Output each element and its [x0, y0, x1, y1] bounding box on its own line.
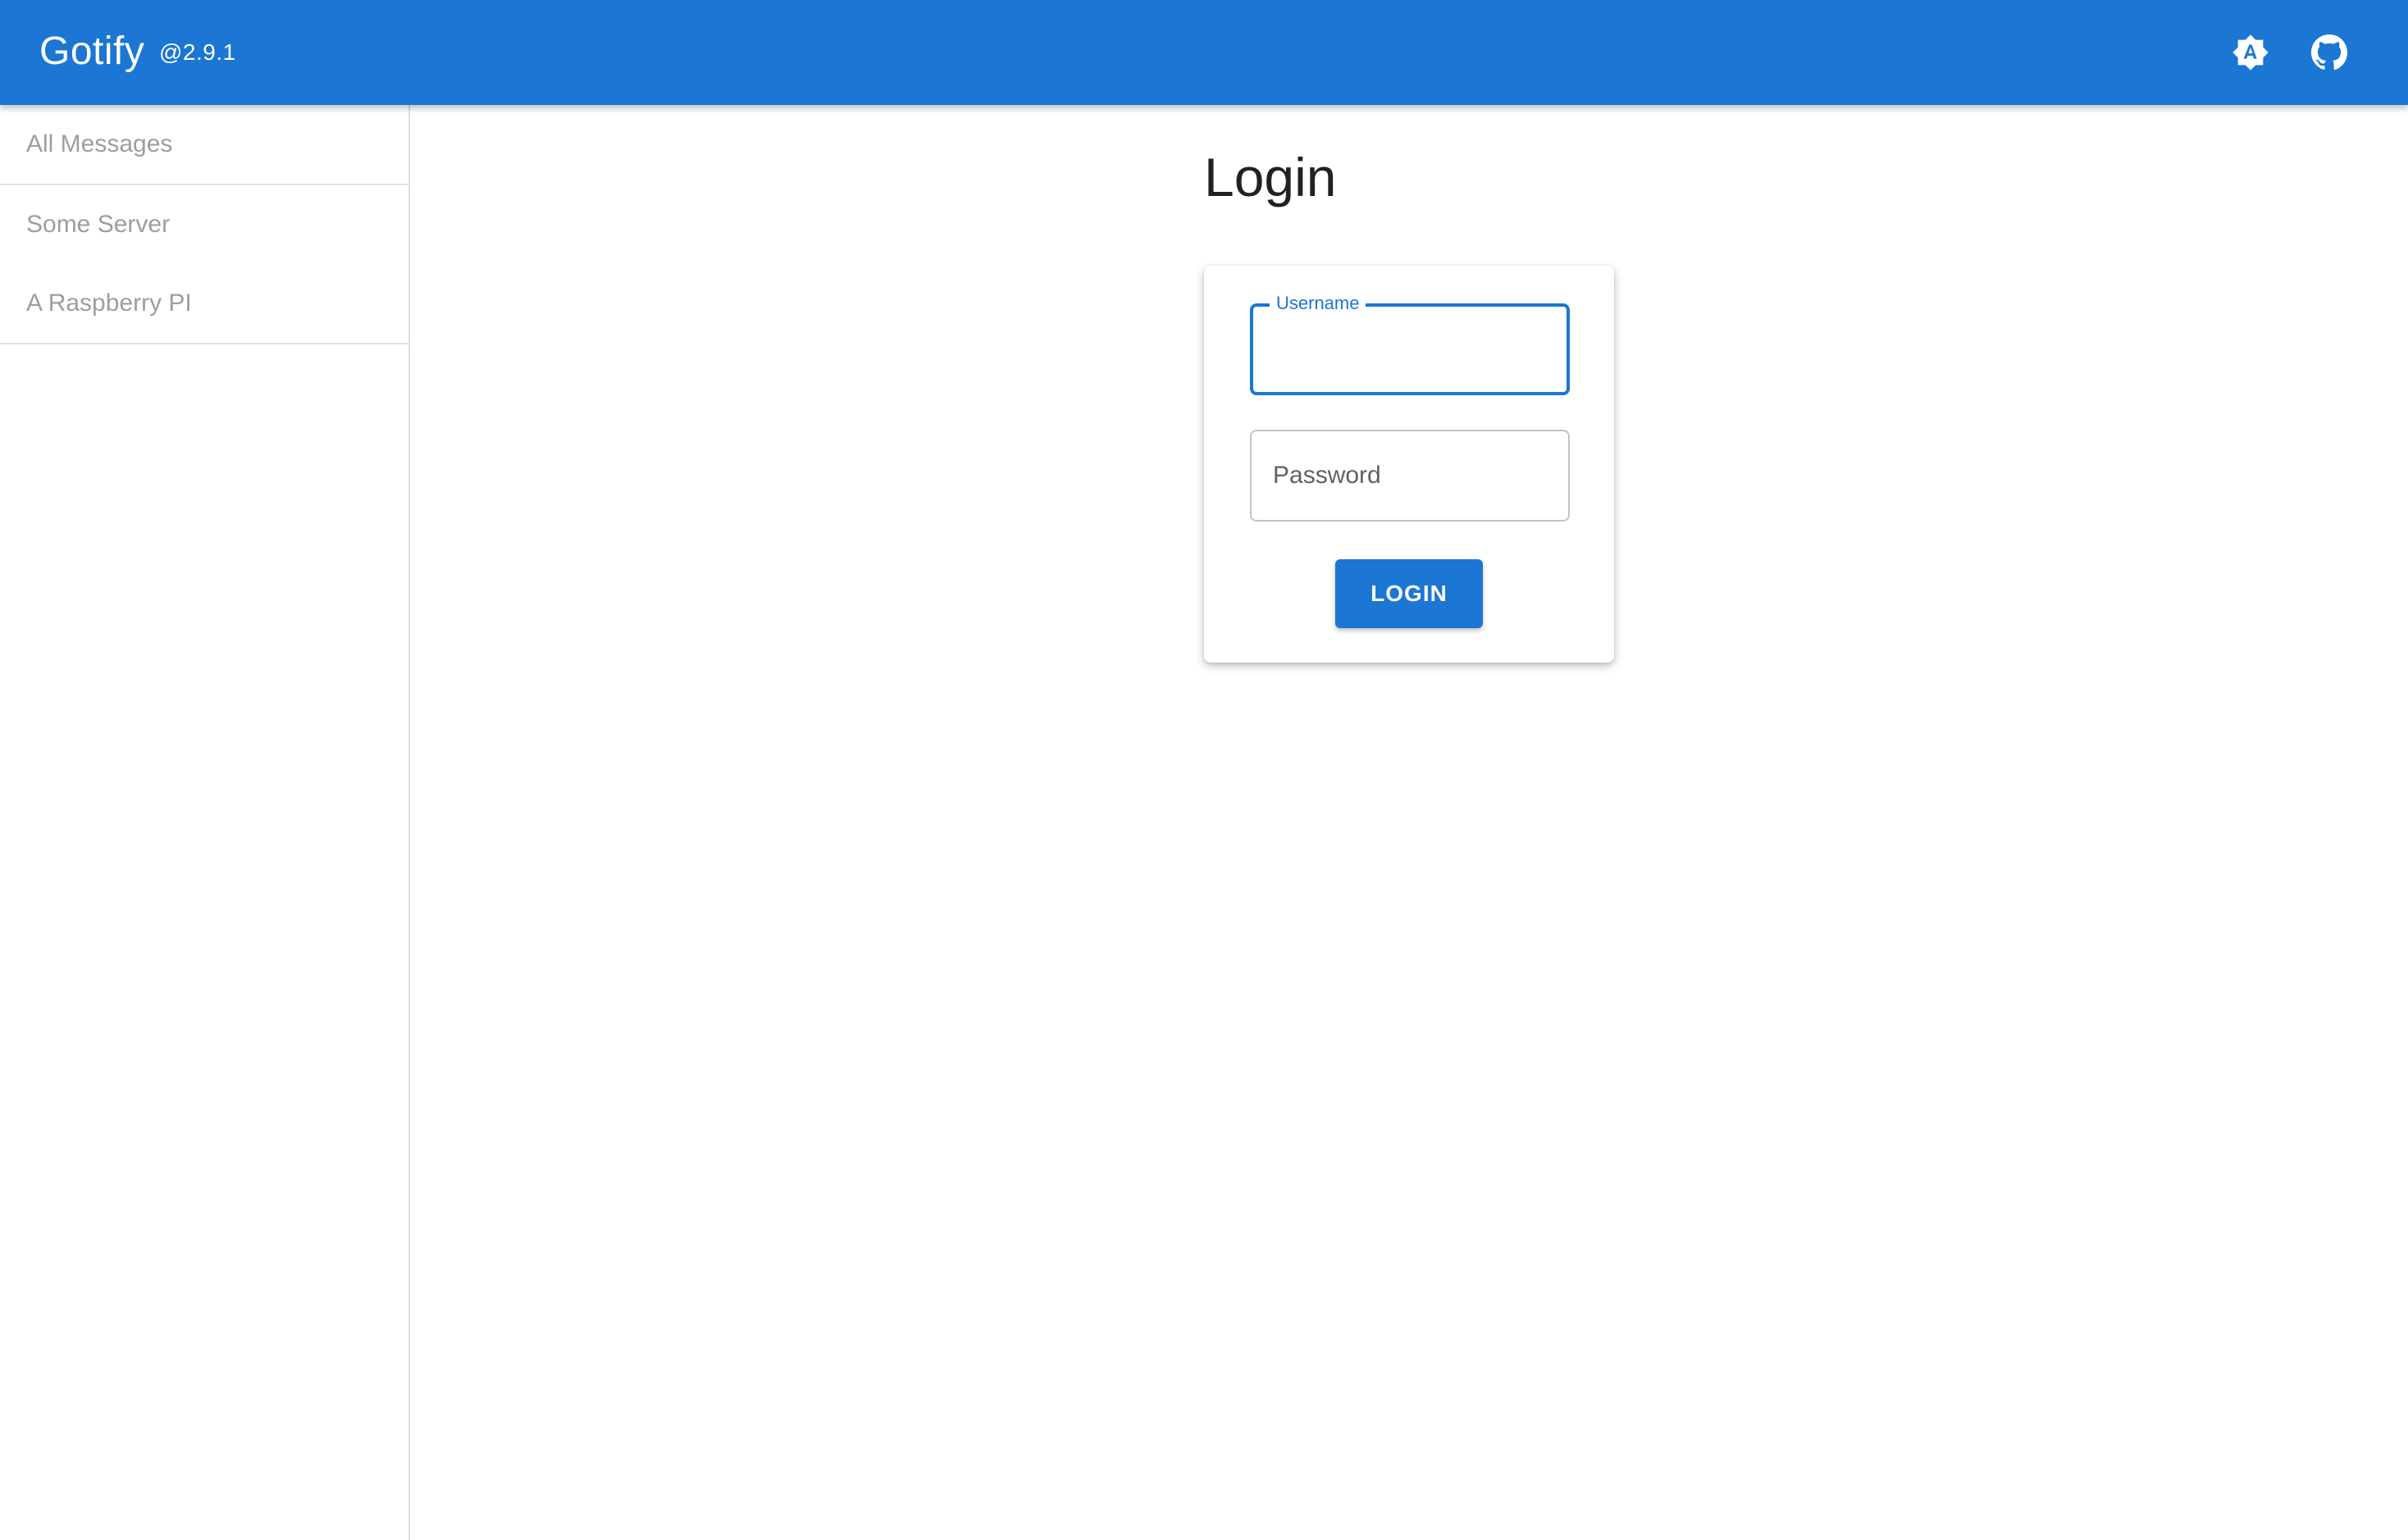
sidebar-divider [0, 343, 408, 344]
password-field[interactable] [1250, 430, 1570, 522]
password-input[interactable] [1252, 431, 1568, 520]
brightness-auto-icon [2232, 34, 2269, 71]
login-card: Username LOGIN [1204, 266, 1614, 663]
login-button[interactable]: LOGIN [1335, 559, 1483, 628]
page-title: Login [1204, 147, 1337, 207]
sidebar-item-all-messages[interactable]: All Messages [0, 105, 408, 184]
sidebar: All Messages Some Server A Raspberry PI [0, 105, 410, 1540]
sidebar-item-raspberry-pi[interactable]: A Raspberry PI [0, 264, 408, 343]
github-icon [2310, 34, 2348, 71]
username-field[interactable]: Username [1250, 293, 1570, 395]
github-button[interactable] [2300, 23, 2359, 82]
app-bar: Gotify @2.9.1 [0, 0, 2408, 105]
sidebar-item-some-server[interactable]: Some Server [0, 185, 408, 264]
app-title[interactable]: Gotify [39, 25, 144, 79]
username-input[interactable] [1253, 307, 1567, 392]
app-version: @2.9.1 [159, 39, 236, 65]
theme-toggle-button[interactable] [2221, 23, 2280, 82]
